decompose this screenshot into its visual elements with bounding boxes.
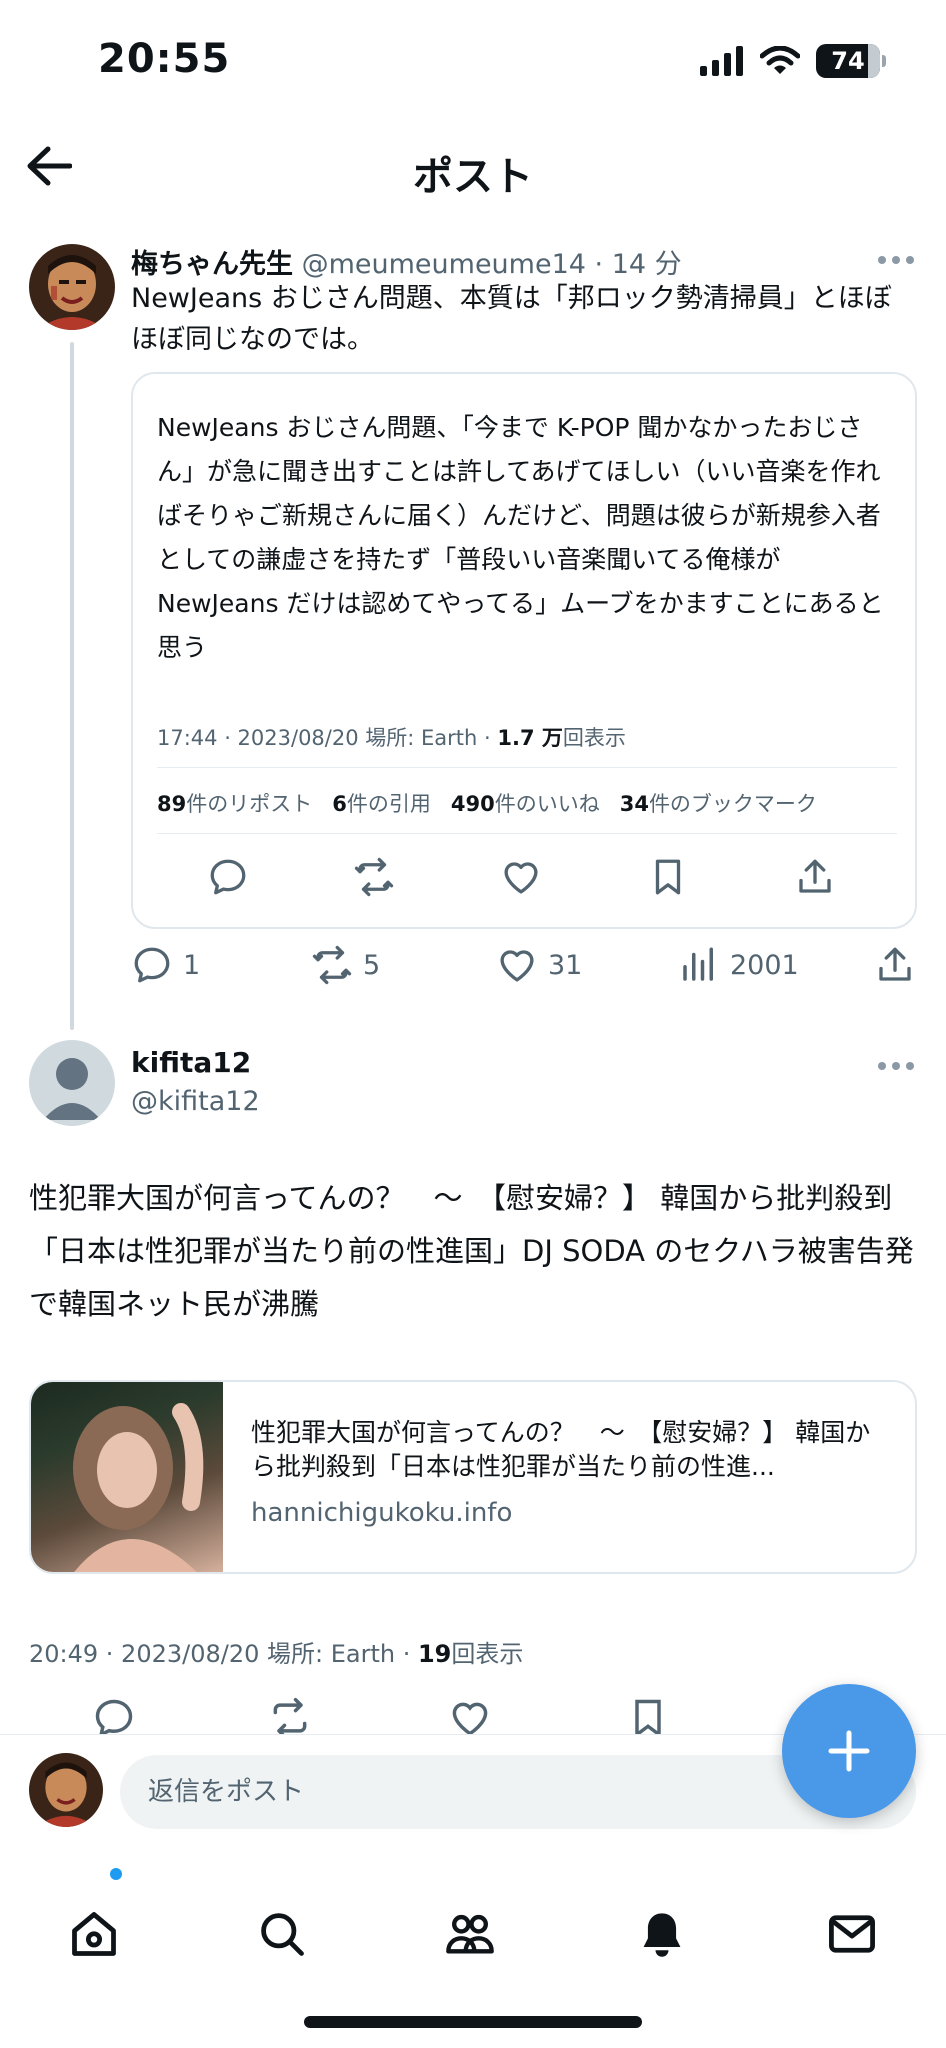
reposts-count: 89 [157,792,187,816]
quotes-label: 件の引用 [346,792,431,816]
status-icons: 74 [700,44,886,78]
link-domain: hannichigukoku.info [251,1498,513,1528]
author-avatar[interactable] [29,244,115,330]
heart-icon [500,950,534,982]
bar-chart-icon [683,947,713,981]
link-title: 性犯罪大国が何言ってんの？ ～ 【慰安婦？】 韓国から批判殺到「日本は性犯罪が当… [251,1418,871,1481]
wifi-icon [760,46,800,74]
status-time: 20:55 [98,36,231,82]
quoted-post-text: NewJeans おじさん問題、「今まで K-POP 聞かなかったおじさん」が急… [157,413,884,662]
divider [157,767,897,768]
repost-arrows-icon [354,857,394,897]
reply-button[interactable]: 1 [131,944,200,986]
likes-label: 件のいいね [494,792,600,816]
quotes-count: 6 [332,792,347,816]
communities-icon [446,1914,494,1954]
author-handle[interactable]: @meumeumeume14 [302,249,586,280]
bookmark-icon [655,859,681,895]
tab-home[interactable] [68,1908,120,1960]
post-text: NewJeans おじさん問題、本質は「邦ロック勢清掃員」とほぼほぼ同じなのでは… [131,283,892,355]
battery-level: 74 [831,47,865,75]
bookmarks-stat[interactable]: 34件のブックマーク [620,788,817,818]
views-count: 2001 [730,949,799,981]
header-separator: · [594,249,604,280]
reply-more-options-button[interactable] [876,1060,916,1072]
search-icon [261,1913,304,1956]
plus-icon [828,1730,870,1772]
reply-author-name[interactable]: kifita12 [131,1046,251,1079]
avatar-illustration [29,244,115,330]
quote-share-button[interactable] [794,856,836,898]
signal-icon [700,46,743,76]
reply-views-label: 回表示 [451,1640,524,1668]
repost-count: 5 [363,949,381,981]
quoted-post-card[interactable]: NewJeans おじさん問題、「今まで K-POP 聞かなかったおじさん」が急… [131,372,917,929]
quoted-post-timestamp: 17:44 · 2023/08/20 場所: Earth · [157,726,498,750]
quoted-post-views-label: 回表示 [562,726,626,750]
likes-stat[interactable]: 490件のいいね [451,788,600,818]
quote-like-button[interactable] [500,856,542,898]
thread-line [70,342,74,1030]
my-avatar[interactable] [29,1753,103,1827]
reply-count: 1 [183,949,201,981]
quote-repost-button[interactable] [353,856,395,898]
post-header: 梅ちゃん先生 @meumeumeume14 · 14 分 [131,242,682,281]
views-button[interactable]: 2001 [678,944,799,986]
speech-bubble-icon [134,947,170,983]
compose-fab-button[interactable] [782,1684,916,1818]
more-options-button[interactable] [876,254,916,266]
repost-button[interactable]: 5 [311,944,380,986]
reply-views-count: 19 [417,1640,452,1668]
reply-meta: 20:49 · 2023/08/20 場所: Earth · 19回表示 [29,1634,523,1669]
tab-communities[interactable] [444,1908,496,1960]
tab-search[interactable] [256,1908,308,1960]
share-button[interactable] [874,944,916,986]
home-indicator [304,2016,642,2028]
quotes-stat[interactable]: 6件の引用 [332,788,431,818]
reply-author-avatar[interactable] [29,1040,115,1126]
bell-icon [643,1913,681,1957]
home-notification-dot [110,1868,122,1880]
post-time-ago: 14 分 [611,249,682,280]
speech-bubble-icon [210,859,246,895]
repost-arrows-icon [312,945,352,985]
link-thumbnail [31,1382,223,1572]
mail-icon [829,1915,875,1953]
quote-reply-button[interactable] [207,856,249,898]
reposts-label: 件のリポスト [186,792,313,816]
link-preview-card[interactable]: 性犯罪大国が何言ってんの？ ～ 【慰安婦？】 韓国から批判殺到「日本は性犯罪が当… [29,1380,917,1574]
quote-bookmark-button[interactable] [647,856,689,898]
heart-icon [504,862,538,894]
like-button[interactable]: 31 [496,944,582,986]
tab-notifications[interactable] [636,1908,688,1960]
share-icon [879,947,911,981]
quoted-post-views-count: 1.7 万 [497,726,563,750]
divider [157,833,897,834]
likes-count: 490 [450,792,495,816]
bookmarks-count: 34 [619,792,649,816]
share-icon [799,859,831,893]
avatar-illustration [29,1753,103,1827]
more-dots-icon [878,1062,914,1070]
home-icon [72,1912,116,1956]
reply-author-handle[interactable]: @kifita12 [131,1086,260,1117]
battery-indicator: 74 [816,44,886,78]
author-name[interactable]: 梅ちゃん先生 [131,249,293,280]
page-title: ポスト [413,154,533,200]
reposts-stat[interactable]: 89件のリポスト [157,788,312,818]
more-dots-icon [878,256,914,264]
quoted-post-stats: 89件のリポスト 6件の引用 490件のいいね 34件のブックマーク [157,788,817,818]
quoted-post-meta: 17:44 · 2023/08/20 場所: Earth · 1.7 万回表示 [157,722,626,752]
reply-timestamp: 20:49 · 2023/08/20 場所: Earth · [29,1640,418,1668]
tab-messages[interactable] [826,1908,878,1960]
reply-text: 性犯罪大国が何言ってんの？ ～ 【慰安婦？】 韓国から批判殺到「日本は性犯罪が当… [29,1181,914,1321]
bookmarks-label: 件のブックマーク [648,792,817,816]
like-count: 31 [548,949,583,981]
default-avatar-icon [29,1040,115,1126]
